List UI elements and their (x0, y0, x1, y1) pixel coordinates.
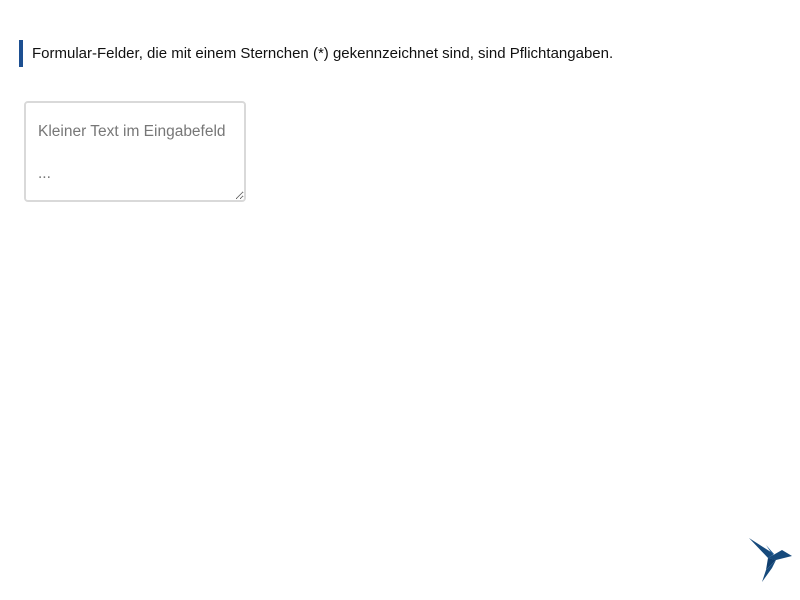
hummingbird-logo-icon (749, 538, 792, 582)
small-text-input[interactable] (24, 101, 246, 202)
required-fields-notice: Formular-Felder, die mit einem Sternchen… (19, 40, 613, 67)
